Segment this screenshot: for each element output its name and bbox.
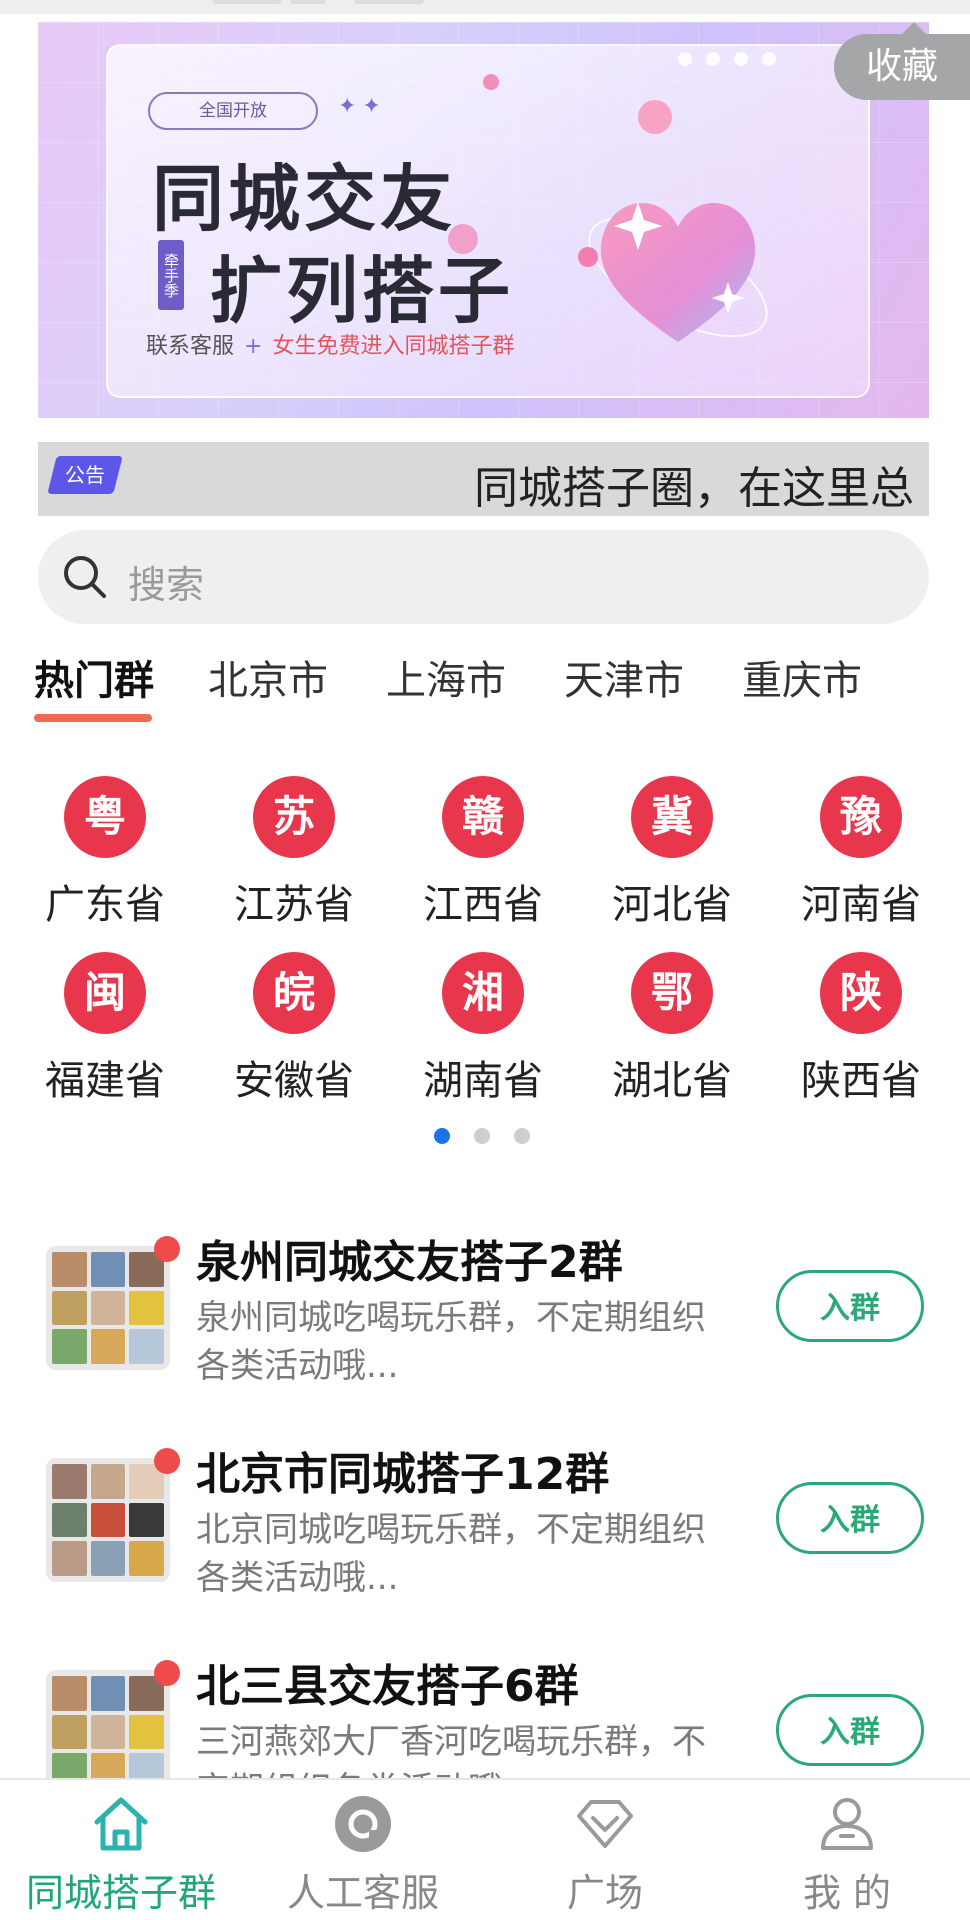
province-hunan[interactable]: 湘 湖南省 bbox=[403, 952, 563, 1106]
province-label: 安徽省 bbox=[234, 1058, 354, 1104]
pager-dot[interactable] bbox=[434, 1128, 450, 1144]
province-label: 福建省 bbox=[45, 1058, 165, 1104]
bottom-nav: 同城搭子群 人工客服 广场 我 的 bbox=[0, 1778, 970, 1920]
province-jiangsu[interactable]: 苏 江苏省 bbox=[214, 776, 374, 930]
list-item[interactable]: 北三县交友搭子6群 三河燕郊大厂香河吃喝玩乐群，不定期组织各类活动哦... 入群 bbox=[0, 1650, 970, 1778]
province-badge: 苏 bbox=[253, 776, 335, 858]
group-name: 北京市同城搭子12群 bbox=[196, 1449, 610, 1500]
group-description: 北京同城吃喝玩乐群，不定期组织各类活动哦... bbox=[196, 1510, 706, 1598]
user-icon bbox=[821, 1798, 873, 1850]
unread-dot bbox=[154, 1660, 180, 1686]
group-avatar bbox=[46, 1246, 170, 1370]
banner-sub-right: 女生免费进入同城搭子群 bbox=[272, 334, 515, 359]
province-badge: 赣 bbox=[442, 776, 524, 858]
region-tabs: 热门群 北京市 上海市 天津市 重庆市 bbox=[0, 640, 970, 730]
province-label: 河北省 bbox=[612, 882, 732, 928]
province-badge: 闽 bbox=[64, 952, 146, 1034]
province-badge: 鄂 bbox=[631, 952, 713, 1034]
province-label: 河南省 bbox=[801, 882, 921, 928]
sparkle-icon: ✦✦ bbox=[338, 94, 387, 119]
province-hebei[interactable]: 冀 河北省 bbox=[592, 776, 752, 930]
group-avatar bbox=[46, 1670, 170, 1778]
province-guangdong[interactable]: 粤 广东省 bbox=[25, 776, 185, 930]
list-item[interactable]: 泉州同城交友搭子2群 泉州同城吃喝玩乐群，不定期组织各类活动哦... 入群 bbox=[0, 1226, 970, 1406]
tab-shanghai[interactable]: 上海市 bbox=[386, 648, 506, 706]
notice-text: 同城搭子圈，在这里总 bbox=[474, 463, 914, 514]
nav-item-me[interactable]: 我 的 bbox=[726, 1780, 968, 1920]
nav-item-groups[interactable]: 同城搭子群 bbox=[0, 1780, 242, 1920]
province-anhui[interactable]: 皖 安徽省 bbox=[214, 952, 374, 1106]
status-strip bbox=[0, 0, 970, 14]
plaza-icon bbox=[577, 1800, 633, 1848]
province-henan[interactable]: 豫 河南省 bbox=[781, 776, 941, 930]
nav-label: 广场 bbox=[566, 1871, 643, 1915]
banner-sub-left: 联系客服 bbox=[146, 334, 235, 359]
tab-tianjin[interactable]: 天津市 bbox=[564, 648, 684, 706]
home-icon bbox=[94, 1797, 148, 1851]
list-item[interactable]: 北京市同城搭子12群 北京同城吃喝玩乐群，不定期组织各类活动哦... 入群 bbox=[0, 1438, 970, 1618]
province-jiangxi[interactable]: 赣 江西省 bbox=[403, 776, 563, 930]
notice-tag: 公告 bbox=[47, 456, 123, 494]
unread-dot bbox=[154, 1236, 180, 1262]
province-badge: 冀 bbox=[631, 776, 713, 858]
nav-label: 人工客服 bbox=[286, 1871, 439, 1915]
nav-item-customer-service[interactable]: 人工客服 bbox=[242, 1780, 484, 1920]
join-group-button[interactable]: 入群 bbox=[776, 1270, 924, 1342]
province-fujian[interactable]: 闽 福建省 bbox=[25, 952, 185, 1106]
heart-icon bbox=[588, 202, 768, 342]
search-input[interactable]: 搜索 bbox=[38, 530, 929, 624]
search-icon bbox=[64, 556, 106, 598]
banner-vertical-tag: 牵手季 bbox=[158, 240, 184, 310]
active-tab-underline bbox=[34, 714, 152, 722]
banner-title-line1: 同城交友 bbox=[152, 156, 457, 241]
nav-label: 同城搭子群 bbox=[25, 1871, 216, 1915]
search-placeholder: 搜索 bbox=[128, 563, 205, 607]
customer-service-icon bbox=[335, 1796, 391, 1852]
collect-button[interactable]: 收藏 bbox=[834, 22, 970, 100]
province-badge: 粤 bbox=[64, 776, 146, 858]
unread-dot bbox=[154, 1448, 180, 1474]
province-shaanxi[interactable]: 陕 陕西省 bbox=[781, 952, 941, 1106]
pager-dot[interactable] bbox=[514, 1128, 530, 1144]
province-badge: 陕 bbox=[820, 952, 902, 1034]
group-name: 北三县交友搭子6群 bbox=[196, 1661, 579, 1712]
province-label: 江苏省 bbox=[234, 882, 354, 928]
carousel-pager bbox=[434, 1128, 530, 1144]
banner-window-dots bbox=[678, 52, 776, 66]
province-label: 江西省 bbox=[423, 882, 543, 928]
province-label: 湖南省 bbox=[423, 1058, 543, 1104]
group-avatar bbox=[46, 1458, 170, 1582]
pager-dot[interactable] bbox=[474, 1128, 490, 1144]
nav-label: 我 的 bbox=[802, 1871, 892, 1915]
promo-banner[interactable]: 全国开放 ✦✦ 同城交友 牵手季 扩列搭子 联系客服 + 女生免费进入同城搭子群 bbox=[38, 22, 929, 418]
province-badge: 豫 bbox=[820, 776, 902, 858]
group-description: 泉州同城吃喝玩乐群，不定期组织各类活动哦... bbox=[196, 1298, 706, 1386]
group-name: 泉州同城交友搭子2群 bbox=[196, 1237, 623, 1288]
tab-chongqing[interactable]: 重庆市 bbox=[742, 648, 862, 706]
province-label: 陕西省 bbox=[801, 1058, 921, 1104]
nav-item-plaza[interactable]: 广场 bbox=[484, 1780, 726, 1920]
join-group-button[interactable]: 入群 bbox=[776, 1482, 924, 1554]
tab-beijing[interactable]: 北京市 bbox=[208, 648, 328, 706]
province-label: 广东省 bbox=[45, 882, 165, 928]
province-label: 湖北省 bbox=[612, 1058, 732, 1104]
province-badge: 湘 bbox=[442, 952, 524, 1034]
banner-subtitle: 联系客服 + 女生免费进入同城搭子群 bbox=[146, 328, 514, 360]
join-group-button[interactable]: 入群 bbox=[776, 1694, 924, 1766]
notice-bar[interactable]: 公告 同城搭子圈，在这里总 bbox=[38, 442, 929, 516]
group-description: 三河燕郊大厂香河吃喝玩乐群，不定期组织各类活动哦... bbox=[196, 1722, 706, 1778]
tab-hot-groups[interactable]: 热门群 bbox=[34, 648, 154, 706]
banner-sub-sep: + bbox=[244, 334, 263, 359]
province-badge: 皖 bbox=[253, 952, 335, 1034]
banner-pill: 全国开放 bbox=[148, 92, 318, 130]
province-hubei[interactable]: 鄂 湖北省 bbox=[592, 952, 752, 1106]
